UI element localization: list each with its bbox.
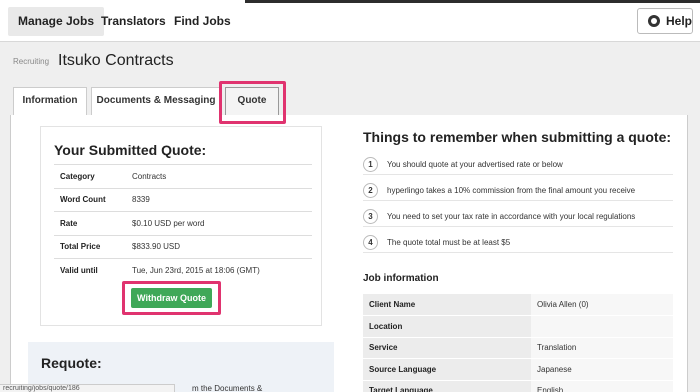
step-number-badge: 3 [363, 209, 378, 224]
job-label-service: Service [363, 337, 531, 359]
top-edge-strip [245, 0, 700, 3]
lifebuoy-icon [648, 15, 660, 27]
job-value-location [531, 315, 673, 338]
table-row: Category Contracts [54, 164, 312, 188]
table-row: Source Language Japanese [363, 358, 673, 381]
tab-information[interactable]: Information [13, 87, 87, 115]
tip-text: You need to set your tax rate in accorda… [387, 212, 636, 221]
withdraw-quote-button[interactable]: Withdraw Quote [131, 288, 212, 308]
job-value-target-language: English [531, 380, 673, 392]
top-nav-bar: Manage Jobs Translators Find Jobs Help [0, 0, 700, 42]
quote-label-word-count: Word Count [54, 187, 126, 212]
quote-label-category: Category [54, 164, 126, 188]
quote-label-total-price: Total Price [54, 234, 126, 259]
requote-title: Requote: [41, 355, 102, 371]
submitted-quote-title: Your Submitted Quote: [54, 142, 207, 158]
list-item: 3 You need to set your tax rate in accor… [363, 205, 673, 227]
tip-text: hyperlingo takes a 10% commission from t… [387, 186, 636, 195]
help-label: Help [666, 14, 693, 28]
tip-text: You should quote at your advertised rate… [387, 160, 563, 169]
nav-manage-jobs[interactable]: Manage Jobs [8, 7, 105, 36]
table-row: Total Price $833.90 USD [54, 234, 312, 259]
tab-quote[interactable]: Quote [225, 87, 279, 115]
job-label-location: Location [363, 315, 531, 338]
help-button[interactable]: Help [637, 8, 693, 34]
table-row: Word Count 8339 [54, 187, 312, 212]
list-item: 2 hyperlingo takes a 10% commission from… [363, 179, 673, 201]
remember-title: Things to remember when submitting a quo… [363, 129, 672, 145]
table-row: Client Name Olivia Allen (0) [363, 294, 673, 316]
step-number-badge: 4 [363, 235, 378, 250]
quote-value-total-price: $833.90 USD [126, 234, 312, 259]
quote-value-valid-until: Tue, Jun 23rd, 2015 at 18:06 (GMT) [126, 258, 312, 282]
nav-find-jobs[interactable]: Find Jobs [164, 7, 241, 36]
table-row: Rate $0.10 USD per word [54, 211, 312, 235]
table-row: Target Language English [363, 380, 673, 392]
table-row: Valid until Tue, Jun 23rd, 2015 at 18:06… [54, 258, 312, 282]
job-label-target-language: Target Language [363, 380, 531, 392]
page-title: Itsuko Contracts [58, 52, 174, 69]
quote-label-valid-until: Valid until [54, 258, 126, 282]
job-label-client-name: Client Name [363, 294, 531, 316]
breadcrumb[interactable]: Recruiting [13, 57, 49, 66]
tab-documents-messaging[interactable]: Documents & Messaging [91, 87, 221, 115]
quote-details-table: Category Contracts Word Count 8339 Rate … [54, 164, 312, 282]
job-value-client-name: Olivia Allen (0) [531, 294, 673, 316]
quote-value-word-count: 8339 [126, 187, 312, 212]
step-number-badge: 1 [363, 157, 378, 172]
quote-value-category: Contracts [126, 164, 312, 188]
tip-text: The quote total must be at least $5 [387, 238, 511, 247]
quote-value-rate: $0.10 USD per word [126, 211, 312, 235]
step-number-badge: 2 [363, 183, 378, 198]
job-value-service: Translation [531, 337, 673, 359]
link-status-bar: recruiting/jobs/quote/186 [0, 384, 175, 392]
job-information-table: Client Name Olivia Allen (0) Location Se… [363, 294, 673, 392]
list-item: 1 You should quote at your advertised ra… [363, 153, 673, 175]
table-row: Service Translation [363, 337, 673, 359]
table-row: Location [363, 315, 673, 338]
job-information-title: Job information [363, 273, 439, 284]
requote-text: m the Documents & [192, 384, 263, 392]
nav-translators[interactable]: Translators [91, 7, 176, 36]
quote-label-rate: Rate [54, 211, 126, 235]
list-item: 4 The quote total must be at least $5 [363, 231, 673, 253]
job-value-source-language: Japanese [531, 358, 673, 381]
job-label-source-language: Source Language [363, 358, 531, 381]
